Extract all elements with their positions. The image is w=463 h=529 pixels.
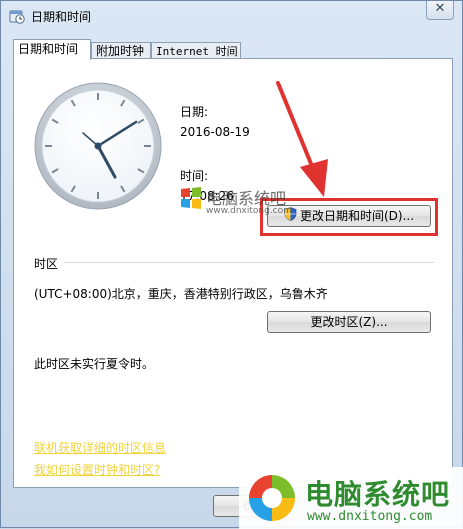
close-icon: ✕	[434, 1, 446, 16]
tab-additional-clocks[interactable]: 附加时钟	[91, 42, 151, 59]
watermark-brand-large: 电脑系统吧	[305, 478, 451, 511]
windows-logo-icon-large	[247, 473, 297, 523]
link-online-timezone-info[interactable]: 联机获取详细的时区信息	[34, 439, 166, 456]
watermark-overlay: 电脑系统吧 www.dnxitong.com	[239, 467, 463, 529]
change-date-time-label: 更改日期和时间(D)...	[299, 209, 415, 223]
section-divider	[64, 262, 434, 263]
close-button[interactable]: ✕	[426, 1, 454, 20]
tab-internet-time[interactable]: Internet 时间	[151, 42, 241, 59]
window-title: 日期和时间	[31, 10, 92, 24]
title-bar: 日期和时间 ✕	[1, 1, 462, 31]
analog-clock	[34, 82, 162, 210]
time-label: 时间:	[180, 169, 209, 183]
tab-date-time[interactable]: 日期和时间	[13, 39, 91, 60]
watermark-url-small: www.dnxitong.com	[206, 206, 292, 216]
dst-note: 此时区未实行夏令时。	[34, 357, 155, 371]
date-label: 日期:	[180, 105, 209, 119]
date-time-dialog: 日期和时间 ✕ 日期和时间 附加时钟 Internet 时间 日期: 2016-…	[0, 0, 463, 529]
timezone-section-label: 时区	[34, 257, 59, 271]
tab-panel: 日期: 2016-08-19 时间: 17:08:26 更改日期和时间(D)..…	[13, 58, 453, 488]
link-how-set-clock[interactable]: 我如何设置时钟和时区?	[34, 461, 160, 478]
change-timezone-button[interactable]: 更改时区(Z)...	[267, 311, 431, 333]
clock-calendar-icon	[9, 8, 25, 24]
windows-logo-icon	[180, 187, 202, 209]
timezone-value: (UTC+08:00)北京，重庆，香港特别行政区，乌鲁木齐	[34, 287, 328, 301]
date-value: 2016-08-19	[180, 125, 250, 139]
watermark-url-large: www.dnxitong.com	[307, 509, 433, 524]
